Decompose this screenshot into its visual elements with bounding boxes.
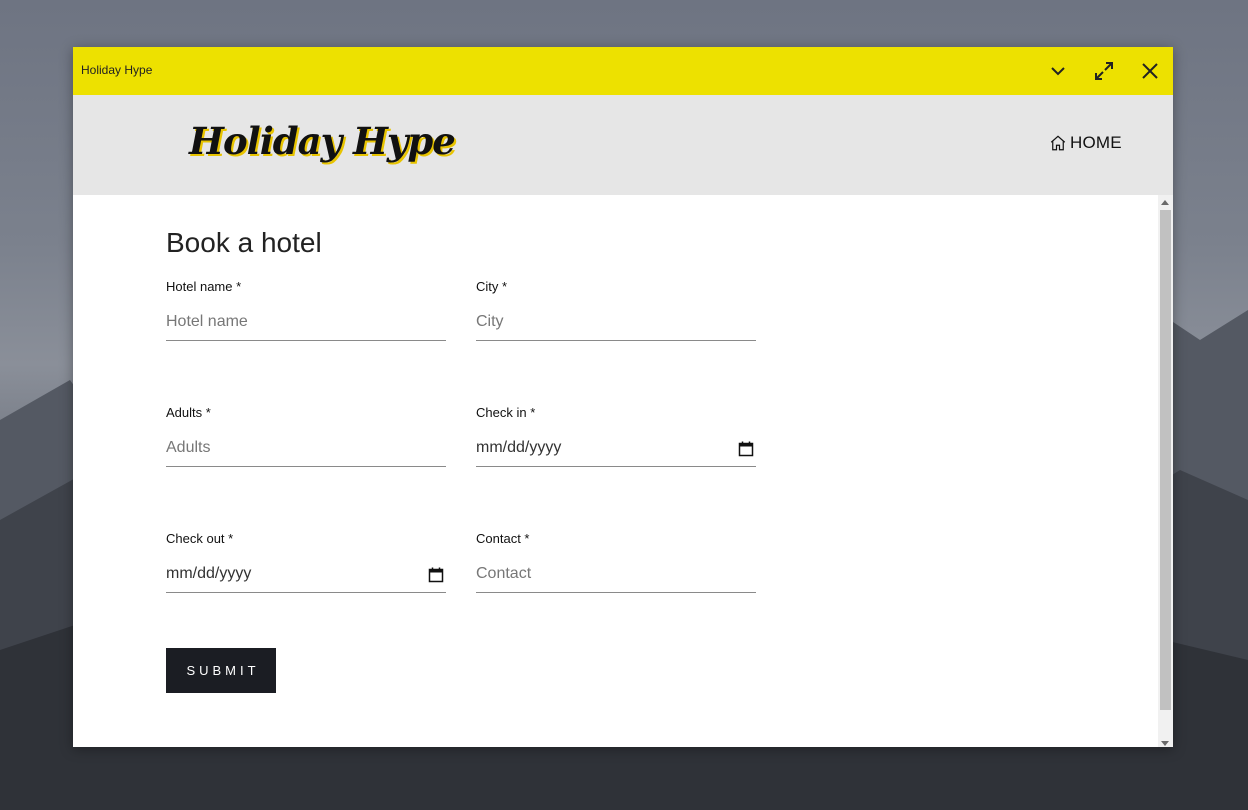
adults-placeholder: Adults bbox=[166, 439, 211, 456]
home-icon bbox=[1050, 135, 1066, 151]
nav-home-label: HOME bbox=[1070, 133, 1122, 152]
hotel-name-input[interactable]: Hotel name bbox=[166, 303, 446, 341]
close-icon bbox=[1142, 63, 1158, 79]
check-in-value: mm/dd/yyyy bbox=[476, 439, 562, 456]
adults-label: Adults * bbox=[166, 405, 211, 420]
check-in-label: Check in * bbox=[476, 405, 536, 420]
adults-input[interactable]: Adults bbox=[166, 429, 446, 467]
window-title: Holiday Hype bbox=[81, 63, 153, 77]
scroll-up-arrow-icon[interactable] bbox=[1161, 200, 1169, 205]
submit-button[interactable]: SUBMIT bbox=[166, 648, 276, 693]
city-placeholder: City bbox=[476, 313, 504, 330]
expand-icon bbox=[1095, 62, 1113, 80]
scrollbar-thumb[interactable] bbox=[1160, 210, 1171, 710]
check-out-calendar-button[interactable] bbox=[428, 567, 444, 583]
desktop-background: Holiday Hype Holiday Hype HOME Book a ho… bbox=[0, 0, 1248, 810]
scroll-down-arrow-icon[interactable] bbox=[1161, 741, 1169, 746]
calendar-icon bbox=[738, 441, 754, 457]
check-out-field: Check out * mm/dd/yyyy bbox=[166, 531, 446, 593]
site-logo[interactable]: Holiday Hype bbox=[189, 119, 456, 163]
close-button[interactable] bbox=[1138, 59, 1162, 83]
chevron-down-icon bbox=[1051, 67, 1065, 76]
contact-field: Contact * Contact bbox=[476, 531, 756, 593]
hotel-name-placeholder: Hotel name bbox=[166, 313, 248, 330]
contact-label: Contact * bbox=[476, 531, 530, 546]
adults-field: Adults * Adults bbox=[166, 405, 446, 467]
maximize-button[interactable] bbox=[1092, 59, 1116, 83]
check-out-value: mm/dd/yyyy bbox=[166, 565, 252, 582]
site-header: Holiday Hype HOME bbox=[73, 95, 1173, 195]
check-in-input[interactable]: mm/dd/yyyy bbox=[476, 429, 756, 467]
check-in-field: Check in * mm/dd/yyyy bbox=[476, 405, 756, 467]
city-label: City * bbox=[476, 279, 508, 294]
city-field: City * City bbox=[476, 279, 756, 341]
title-bar: Holiday Hype bbox=[73, 47, 1173, 95]
hotel-name-label: Hotel name * bbox=[166, 279, 242, 294]
minimize-button[interactable] bbox=[1046, 59, 1070, 83]
check-out-input[interactable]: mm/dd/yyyy bbox=[166, 555, 446, 593]
city-input[interactable]: City bbox=[476, 303, 756, 341]
calendar-icon bbox=[428, 567, 444, 583]
check-in-calendar-button[interactable] bbox=[738, 441, 754, 457]
contact-placeholder: Contact bbox=[476, 565, 532, 582]
vertical-scrollbar[interactable] bbox=[1158, 195, 1173, 747]
hotel-name-field: Hotel name * Hotel name bbox=[166, 279, 446, 341]
app-window: Holiday Hype Holiday Hype HOME Book a ho… bbox=[73, 47, 1173, 747]
nav-home-link[interactable]: HOME bbox=[1049, 133, 1122, 153]
check-out-label: Check out * bbox=[166, 531, 234, 546]
page-title: Book a hotel bbox=[166, 227, 322, 258]
main-content: Book a hotel Hotel name * Hotel name Cit… bbox=[73, 195, 1158, 747]
contact-input[interactable]: Contact bbox=[476, 555, 756, 593]
